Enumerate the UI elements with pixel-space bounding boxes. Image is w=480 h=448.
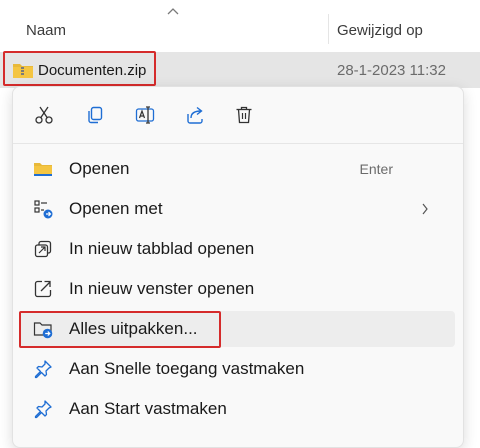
menu-item-label: Openen met — [69, 199, 163, 218]
menu-item-label: Aan Start vastmaken — [69, 399, 227, 418]
menu-item-open-new-window[interactable]: In nieuw venster openen — [19, 271, 455, 307]
rename-icon — [135, 106, 155, 124]
menu-item-open-with[interactable]: Openen met — [19, 191, 455, 227]
menu-item-pin-start[interactable]: Aan Start vastmaken — [19, 391, 455, 427]
share-icon — [187, 106, 203, 124]
context-menu: Openen Enter Openen met In nieuw tabblad… — [12, 86, 464, 448]
shortcut-label: Enter — [359, 161, 393, 177]
cut-button[interactable] — [28, 101, 60, 129]
copy-icon — [88, 106, 103, 124]
extract-highlight-box — [19, 311, 221, 348]
open-with-icon — [34, 200, 53, 219]
folder-icon — [34, 163, 52, 176]
menu-item-label: In nieuw tabblad openen — [69, 239, 255, 258]
menu-item-open[interactable]: Openen Enter — [19, 151, 455, 187]
chevron-right-icon — [422, 203, 428, 215]
quick-actions-bar — [13, 87, 463, 143]
menu-item-label: Openen — [69, 159, 130, 178]
cut-icon — [35, 106, 53, 124]
delete-icon — [236, 106, 252, 124]
column-modified-header[interactable]: Gewijzigd op — [337, 22, 423, 39]
pin-icon — [34, 360, 52, 379]
menu-item-pin-quick-access[interactable]: Aan Snelle toegang vastmaken — [19, 351, 455, 387]
column-divider[interactable] — [328, 14, 329, 44]
new-tab-icon — [34, 240, 52, 258]
column-header: Naam Gewijzigd op — [0, 0, 480, 44]
copy-button[interactable] — [79, 101, 111, 129]
delete-button[interactable] — [228, 101, 260, 129]
menu-item-label: Aan Snelle toegang vastmaken — [69, 359, 305, 378]
menu-separator — [13, 143, 463, 144]
column-name-header[interactable]: Naam — [26, 22, 66, 39]
rename-button[interactable] — [129, 101, 161, 129]
new-window-icon — [34, 280, 52, 298]
sort-ascending-icon — [167, 8, 179, 15]
menu-item-label: In nieuw venster openen — [69, 279, 255, 298]
file-modified-date: 28-1-2023 11:32 — [337, 62, 446, 79]
pin-icon — [34, 400, 52, 419]
menu-item-open-new-tab[interactable]: In nieuw tabblad openen — [19, 231, 455, 267]
share-button[interactable] — [179, 101, 211, 129]
file-highlight-box — [3, 51, 156, 86]
